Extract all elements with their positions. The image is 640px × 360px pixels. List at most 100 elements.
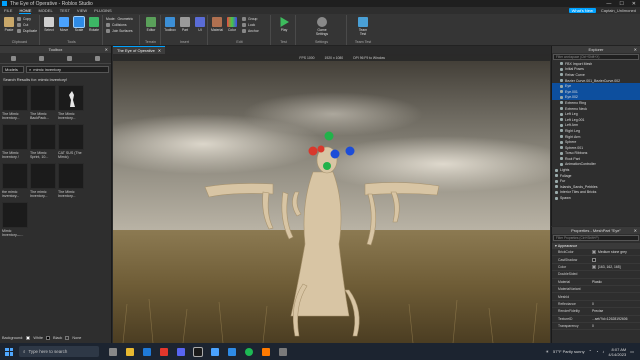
cut-button[interactable]: Cut: [17, 23, 28, 27]
gizmo-blue-handle[interactable]: [330, 149, 340, 159]
creations-tab-icon[interactable]: [94, 55, 100, 61]
user-name[interactable]: Captain_Unlimoned: [601, 8, 636, 13]
task-view-icon[interactable]: [109, 347, 117, 356]
property-value[interactable]: Plastic: [592, 280, 640, 284]
close-button[interactable]: ✕: [632, 1, 636, 7]
background-black-swatch[interactable]: [46, 336, 51, 340]
join-surfaces-toggle[interactable]: Join Surfaces: [106, 29, 133, 33]
chrome-icon[interactable]: [160, 347, 168, 356]
ui-button[interactable]: UI: [193, 17, 207, 32]
mode-dropdown[interactable]: Mode: Geometric: [106, 17, 133, 21]
roblox-studio-icon[interactable]: [211, 347, 219, 356]
inventory-tab-icon[interactable]: [11, 55, 17, 61]
property-row[interactable]: MeshId: [552, 293, 640, 301]
property-row[interactable]: RenderFidelity Precise: [552, 308, 640, 316]
steam-icon[interactable]: [228, 347, 236, 356]
tab-model[interactable]: MODEL: [38, 8, 52, 13]
explorer-filter-input[interactable]: Filter workspace (Ctrl+Shift+X): [553, 54, 639, 60]
recent-tab-icon[interactable]: [39, 55, 45, 61]
property-value[interactable]: ...set/?id=12628192606: [592, 317, 640, 321]
toolbox-item[interactable]: CAT SUS (The Mimic): [58, 124, 84, 160]
windows-start-icon[interactable]: [5, 347, 13, 356]
volume-icon[interactable]: ♪: [602, 349, 604, 354]
game-settings-button[interactable]: Game Settings: [311, 17, 333, 36]
background-none-swatch[interactable]: [65, 336, 70, 340]
property-row[interactable]: Color [163, 162, 165]: [552, 264, 640, 272]
material-button[interactable]: Material: [210, 17, 224, 32]
play-button[interactable]: Play: [277, 17, 291, 32]
background-none-label[interactable]: None: [72, 336, 81, 340]
chevron-up-icon[interactable]: ⌃: [589, 349, 592, 354]
property-value[interactable]: 0: [592, 324, 640, 328]
property-row[interactable]: Material Plastic: [552, 279, 640, 286]
property-row[interactable]: MaterialVariant: [552, 286, 640, 294]
roblox-icon[interactable]: [193, 346, 203, 357]
copy-button[interactable]: Copy: [17, 17, 31, 21]
toolbox-item[interactable]: The Mimic Inventory /: [2, 124, 28, 160]
close-icon[interactable]: ✕: [634, 47, 637, 52]
property-checkbox[interactable]: [592, 257, 596, 262]
gizmo-red-handle[interactable]: [317, 145, 325, 153]
background-black-label[interactable]: Black: [53, 336, 62, 340]
marketplace-tab-icon[interactable]: [66, 55, 72, 61]
lock-button[interactable]: Lock: [242, 23, 255, 27]
toolbox-item[interactable]: Mimic Inventory---...: [2, 202, 28, 238]
toolbox-item[interactable]: The mimic Inventory...: [30, 163, 56, 199]
scale-tool-button[interactable]: Scale: [72, 16, 86, 32]
weather-text[interactable]: 57°F Partly sunny: [553, 349, 585, 354]
property-row[interactable]: DoubleSided: [552, 271, 640, 279]
app-icon[interactable]: [262, 347, 270, 356]
toolbox-item[interactable]: The Mimic Inventory...: [58, 163, 84, 199]
property-value[interactable]: [163, 162, 165]: [592, 264, 640, 269]
gizmo-green-handle[interactable]: [324, 131, 334, 141]
background-white-label[interactable]: White: [33, 336, 43, 340]
group-button[interactable]: Group: [242, 17, 257, 21]
toolbox-item[interactable]: The Mimic Sprint, 10...: [30, 124, 56, 160]
gizmo-red-handle[interactable]: [308, 146, 318, 156]
toolbox-search-input[interactable]: ⌕ mimic inventory: [26, 65, 109, 73]
tab-view[interactable]: VIEW: [77, 8, 87, 13]
tab-place-document[interactable]: The Eye of Operative ✕: [113, 46, 166, 54]
property-value[interactable]: 0: [592, 302, 640, 306]
whats-new-button[interactable]: What's New: [568, 8, 596, 13]
property-row[interactable]: CastShadow: [552, 256, 640, 264]
team-test-button[interactable]: Team Test: [356, 17, 370, 36]
toolbox-item[interactable]: the mimic inventory...: [2, 163, 28, 199]
wifi-icon[interactable]: ◔: [596, 349, 598, 354]
discord-icon[interactable]: [177, 347, 185, 356]
toolbox-item[interactable]: The Mimic Inventory...: [58, 85, 84, 121]
anchor-button[interactable]: Anchor: [242, 29, 259, 33]
gizmo-green-handle[interactable]: [323, 162, 331, 170]
part-button[interactable]: Part: [178, 17, 192, 32]
toolbox-item[interactable]: The Mimic BackPack...: [30, 85, 56, 121]
property-row[interactable]: BrickColor Medium stone grey: [552, 249, 640, 257]
property-row[interactable]: TextureID ...set/?id=12628192606: [552, 316, 640, 323]
rotate-tool-button[interactable]: Rotate: [87, 17, 101, 32]
close-icon[interactable]: ✕: [105, 47, 108, 52]
file-explorer-icon[interactable]: [126, 347, 134, 356]
duplicate-button[interactable]: Duplicate: [17, 29, 37, 33]
explorer-item[interactable]: Spawn: [552, 195, 640, 201]
notifications-icon[interactable]: ▭: [630, 349, 634, 354]
gizmo-blue-handle[interactable]: [345, 146, 355, 156]
3d-viewport[interactable]: FPS 1000 1920 x 1080 DPI 96 F9 to Window: [113, 54, 550, 343]
taskbar-search-input[interactable]: ⌕ Type here to search: [19, 346, 99, 357]
toolbox-item[interactable]: The Mimic Inventory...: [2, 85, 28, 121]
collisions-toggle[interactable]: Collisions: [106, 23, 127, 27]
background-white-swatch[interactable]: [26, 336, 31, 340]
property-row[interactable]: Reflectance 0: [552, 301, 640, 309]
minimize-button[interactable]: —: [606, 1, 611, 7]
tab-plugins[interactable]: PLUGINS: [94, 8, 112, 13]
property-value[interactable]: Medium stone grey: [592, 250, 640, 255]
tab-file[interactable]: FILE: [4, 8, 12, 13]
properties-filter-input[interactable]: Filter Properties (Ctrl+Shift+P): [553, 235, 639, 241]
tab-home[interactable]: HOME: [19, 8, 32, 14]
toolbox-button[interactable]: Toolbox: [163, 17, 177, 32]
select-tool-button[interactable]: Select: [42, 17, 56, 32]
tab-test[interactable]: TEST: [60, 8, 70, 13]
category-select[interactable]: Models: [2, 65, 24, 73]
paste-button[interactable]: Paste: [2, 17, 16, 32]
close-icon[interactable]: ✕: [634, 228, 637, 233]
move-tool-button[interactable]: Move: [57, 17, 71, 32]
close-icon[interactable]: ✕: [158, 48, 161, 53]
